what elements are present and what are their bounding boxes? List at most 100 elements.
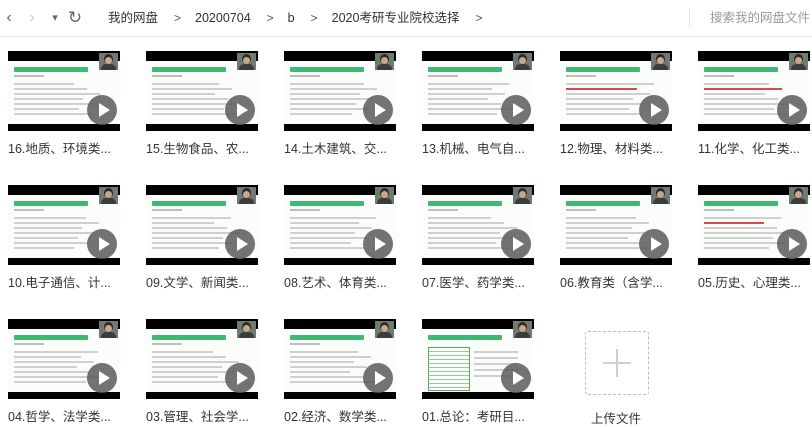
play-icon[interactable]	[87, 363, 117, 393]
breadcrumb-item-20200704[interactable]: 20200704	[195, 11, 251, 25]
file-name[interactable]: 06.教育类（含学...	[560, 275, 680, 291]
slide-text-line	[152, 98, 228, 100]
play-icon[interactable]	[225, 229, 255, 259]
presenter-webcam	[789, 53, 808, 70]
play-icon[interactable]	[225, 95, 255, 125]
file-thumbnail[interactable]	[422, 185, 534, 265]
refresh-icon[interactable]: ↻	[66, 8, 84, 28]
play-icon[interactable]	[501, 229, 531, 259]
file-name[interactable]: 09.文学、新闻类...	[146, 275, 266, 291]
file-thumbnail[interactable]	[698, 51, 810, 131]
file-name[interactable]: 03.管理、社会学...	[146, 409, 266, 425]
slide-heading	[428, 335, 502, 340]
breadcrumb-item-current[interactable]: 2020考研专业院校选择	[332, 11, 460, 25]
file-name[interactable]: 04.哲学、法学类...	[8, 409, 128, 425]
file-thumbnail[interactable]	[560, 185, 672, 265]
play-icon[interactable]	[87, 95, 117, 125]
slide-text-line	[704, 83, 769, 85]
file-name[interactable]: 13.机械、电气自...	[422, 141, 542, 157]
breadcrumb-item-b[interactable]: b	[288, 11, 295, 25]
play-icon[interactable]	[777, 229, 807, 259]
slide-text-line	[290, 113, 352, 115]
play-icon[interactable]	[639, 95, 669, 125]
file-thumbnail[interactable]	[284, 319, 396, 399]
slide-subheading	[428, 75, 458, 77]
file-thumbnail[interactable]	[698, 185, 810, 265]
slide-text-line	[14, 242, 91, 244]
presenter-webcam	[237, 187, 256, 204]
dropdown-icon[interactable]: ▾	[48, 8, 62, 28]
presenter-webcam	[375, 187, 394, 204]
file-name[interactable]: 10.电子通信、计...	[8, 275, 128, 291]
file-thumbnail[interactable]	[8, 51, 120, 131]
presenter-webcam	[375, 321, 394, 338]
slide-text-line	[428, 227, 517, 229]
file-name[interactable]: 15.生物食品、农...	[146, 141, 266, 157]
slide-text-line	[14, 83, 74, 85]
file-name[interactable]: 12.物理、材料类...	[560, 141, 680, 157]
file-name[interactable]: 11.化学、化工类...	[698, 141, 812, 157]
slide-text-line	[428, 242, 496, 244]
file-name[interactable]: 01.总论：考研目...	[422, 409, 542, 425]
slide-text-line	[14, 356, 81, 358]
slide-text-line	[704, 232, 790, 234]
slide-heading	[428, 201, 502, 206]
file-name[interactable]: 02.经济、数学类...	[284, 409, 404, 425]
breadcrumb-separator: >	[266, 11, 274, 25]
file-thumbnail[interactable]	[284, 51, 396, 131]
search-input[interactable]	[698, 7, 812, 29]
file-thumbnail[interactable]	[422, 51, 534, 131]
play-icon[interactable]	[363, 95, 393, 125]
play-icon[interactable]	[87, 229, 117, 259]
presenter-webcam	[237, 321, 256, 338]
slide-text-line	[474, 357, 518, 359]
forward-icon[interactable]: ›	[25, 8, 39, 28]
slide-text-line	[152, 361, 239, 363]
slide-text-line	[290, 232, 355, 234]
play-icon[interactable]	[363, 363, 393, 393]
breadcrumb-item-root[interactable]: 我的网盘	[108, 11, 158, 25]
upload-button[interactable]	[585, 331, 649, 395]
slide-text-line	[428, 103, 501, 105]
slide-text-line	[566, 113, 642, 115]
file-thumbnail[interactable]	[146, 185, 258, 265]
play-icon[interactable]	[501, 363, 531, 393]
file-name[interactable]: 07.医学、药学类...	[422, 275, 542, 291]
file-thumbnail[interactable]	[146, 319, 258, 399]
slide-text-line	[152, 83, 219, 85]
back-icon[interactable]: ‹	[2, 8, 16, 28]
slide-text-line	[704, 242, 786, 244]
slide-text-line	[566, 217, 636, 219]
slide-text-line	[152, 222, 214, 224]
slide-text-line	[14, 371, 90, 373]
slide-subheading	[14, 209, 44, 211]
slide-text-line	[152, 366, 222, 368]
slide-text-line	[290, 222, 359, 224]
file-thumbnail[interactable]	[422, 319, 534, 399]
play-icon[interactable]	[777, 95, 807, 125]
slide-heading	[428, 67, 502, 72]
slide-text-line	[14, 381, 86, 383]
play-icon[interactable]	[501, 95, 531, 125]
upload-label: 上传文件	[590, 412, 641, 426]
presenter-webcam	[375, 53, 394, 70]
slide-subheading	[566, 209, 596, 211]
file-name[interactable]: 08.艺术、体育类...	[284, 275, 404, 291]
file-thumbnail[interactable]	[8, 319, 120, 399]
slide-text-line	[14, 247, 74, 249]
file-thumbnail[interactable]	[8, 185, 120, 265]
file-thumbnail[interactable]	[560, 51, 672, 131]
slide-text-line	[704, 108, 774, 110]
play-icon[interactable]	[639, 229, 669, 259]
play-icon[interactable]	[363, 229, 393, 259]
file-thumbnail[interactable]	[146, 51, 258, 131]
slide-text-line	[290, 88, 377, 90]
slide-text-line	[704, 237, 773, 239]
file-name[interactable]: 05.历史、心理类...	[698, 275, 812, 291]
slide-subheading	[290, 343, 320, 345]
file-name[interactable]: 16.地质、环境类...	[8, 141, 128, 157]
file-thumbnail[interactable]	[284, 185, 396, 265]
file-name[interactable]: 14.土木建筑、交...	[284, 141, 404, 157]
slide-text-line	[704, 217, 781, 219]
play-icon[interactable]	[225, 363, 255, 393]
